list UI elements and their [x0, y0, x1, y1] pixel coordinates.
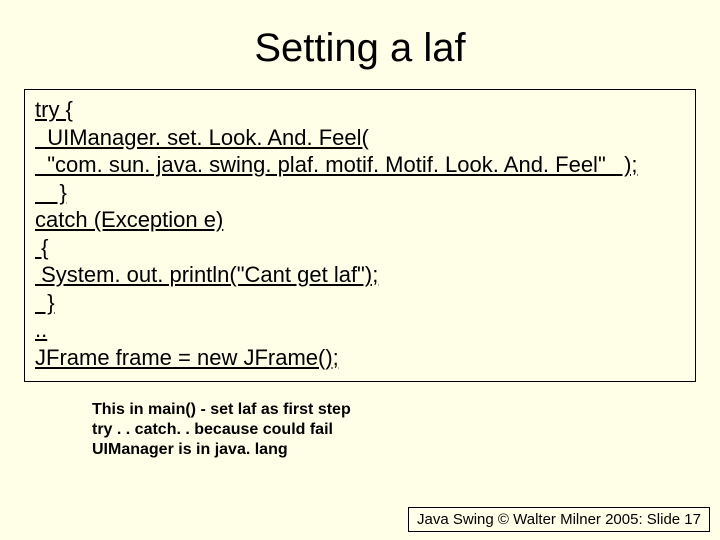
code-line: catch (Exception e) [35, 206, 685, 234]
note-line: UIManager is in java. lang [92, 440, 720, 460]
code-line: } [35, 179, 685, 207]
note-line: This in main() - set laf as first step [92, 400, 720, 420]
code-line: System. out. println("Cant get laf"); [35, 261, 685, 289]
code-line: "com. sun. java. swing. plaf. motif. Mot… [35, 151, 685, 179]
code-line: UIManager. set. Look. And. Feel( [35, 124, 685, 152]
note-line: try . . catch. . because could fail [92, 420, 720, 440]
code-line: } [35, 289, 685, 317]
slide: Setting a laf try { UIManager. set. Look… [0, 0, 720, 540]
code-line: JFrame frame = new JFrame(); [35, 344, 685, 372]
code-line: { [35, 234, 685, 262]
note-block: This in main() - set laf as first step t… [92, 400, 720, 460]
footer: Java Swing © Walter Milner 2005: Slide 1… [408, 507, 710, 532]
code-box: try { UIManager. set. Look. And. Feel( "… [24, 89, 696, 382]
slide-title: Setting a laf [0, 0, 720, 89]
code-line: .. [35, 316, 685, 344]
code-line: try { [35, 96, 685, 124]
